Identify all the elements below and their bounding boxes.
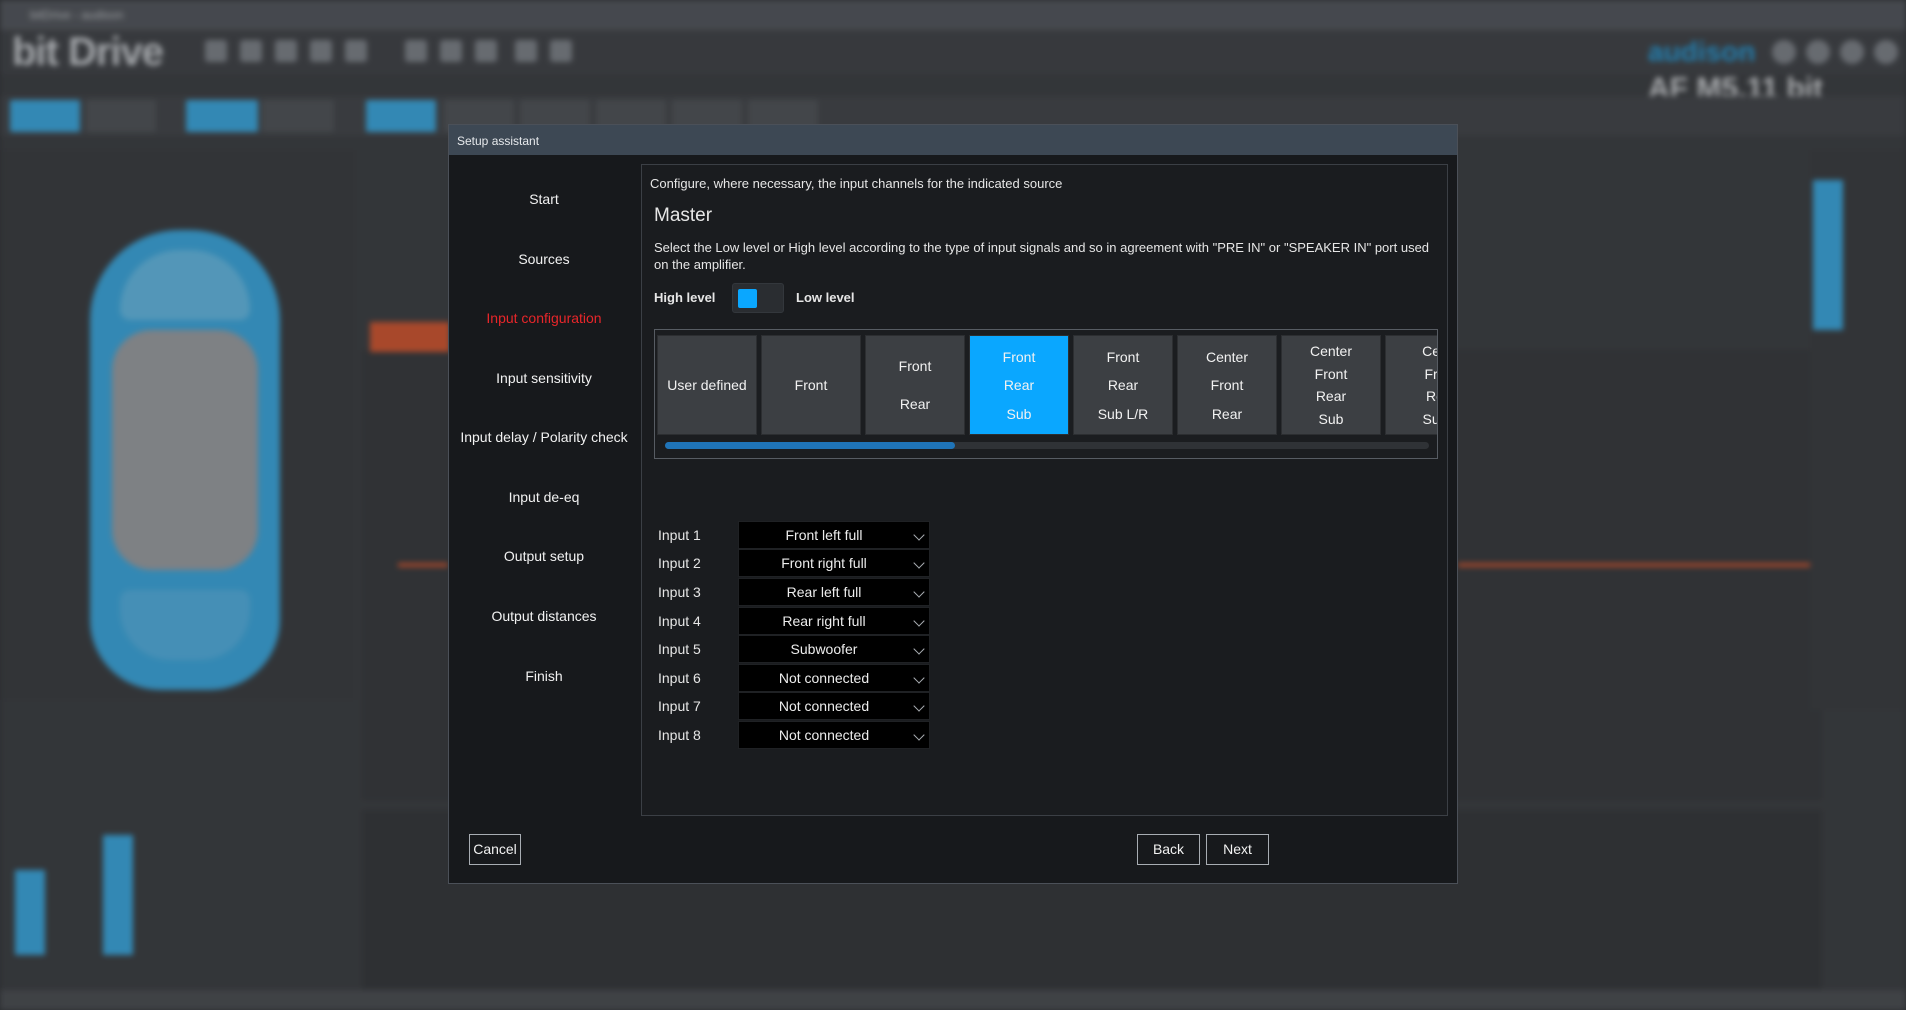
low-level-label: Low level	[796, 290, 855, 305]
preset-line: User defined	[667, 377, 747, 393]
dialog-title: Setup assistant	[449, 125, 1457, 155]
setup-assistant-dialog: Setup assistant Start Sources Input conf…	[448, 124, 1458, 884]
dropdown-value: Not connected	[778, 670, 870, 686]
preset-line: Sub	[1006, 405, 1032, 422]
preset-line: Front	[794, 377, 828, 393]
input-label: Input 7	[658, 698, 701, 714]
channel-preset-carousel: User defined Front Front Rear Front Rear Sub Fr…	[654, 329, 1438, 459]
next-button[interactable]: Next	[1206, 834, 1269, 865]
preset-tile[interactable]: Center Front Rear	[1177, 335, 1277, 435]
preset-line: Rear	[1211, 405, 1243, 422]
step-finish[interactable]: Finish	[449, 668, 639, 684]
dropdown-value: Not connected	[778, 698, 870, 714]
dropdown-value: Subwoofer	[790, 641, 858, 657]
preset-line: Sub	[1318, 411, 1344, 428]
preset-line: Front	[1314, 365, 1348, 382]
preset-tile[interactable]: Front Rear Sub	[969, 335, 1069, 435]
preset-line: Sub L/R	[1097, 405, 1149, 422]
chevron-down-icon	[913, 643, 925, 655]
preset-line: Center	[1309, 342, 1353, 359]
preset-line: Rear	[1107, 377, 1139, 393]
preset-line: Sub	[1422, 411, 1437, 428]
level-toggle-switch[interactable]	[732, 283, 784, 313]
input-label: Input 1	[658, 527, 701, 543]
back-button[interactable]: Back	[1137, 834, 1200, 865]
preset-tile[interactable]: Front Rear Sub L/R	[1073, 335, 1173, 435]
high-level-label: High level	[654, 290, 716, 305]
preset-tile[interactable]: Cen Fro Re Sub	[1385, 335, 1438, 435]
step-output-distances[interactable]: Output distances	[449, 608, 639, 624]
preset-tile[interactable]: Front Rear	[865, 335, 965, 435]
chevron-down-icon	[913, 529, 925, 541]
preset-line: Re	[1426, 388, 1437, 405]
step-output-setup[interactable]: Output setup	[449, 548, 639, 564]
preset-horizontal-scrollbar[interactable]	[665, 442, 1429, 449]
input-assignment-dropdown[interactable]: Rear right full	[738, 607, 930, 635]
input-label: Input 4	[658, 613, 701, 629]
preset-strip: User defined Front Front Rear Front Rear Sub Fr…	[657, 335, 1438, 435]
dropdown-value: Front right full	[781, 555, 867, 571]
chevron-down-icon	[913, 700, 925, 712]
preset-line: Cen	[1422, 342, 1437, 359]
chevron-down-icon	[913, 586, 925, 598]
scrollbar-thumb[interactable]	[665, 442, 955, 449]
intro-text: Configure, where necessary, the input ch…	[650, 176, 1063, 191]
preset-tile[interactable]: Center Front Rear Sub	[1281, 335, 1381, 435]
step-sources[interactable]: Sources	[449, 251, 639, 267]
step-content-panel: Configure, where necessary, the input ch…	[641, 164, 1448, 816]
source-title: Master	[654, 205, 713, 226]
input-label: Input 5	[658, 641, 701, 657]
preset-tile[interactable]: Front	[761, 335, 861, 435]
preset-line: Front	[1106, 348, 1140, 365]
cancel-button[interactable]: Cancel	[469, 834, 521, 865]
input-assignment-dropdown[interactable]: Not connected	[738, 721, 930, 749]
dropdown-value: Not connected	[778, 727, 870, 743]
input-label: Input 2	[658, 555, 701, 571]
step-start[interactable]: Start	[449, 191, 639, 207]
preset-line: Front	[1210, 377, 1244, 393]
input-label: Input 8	[658, 727, 701, 743]
dropdown-value: Front left full	[785, 527, 863, 543]
chevron-down-icon	[913, 672, 925, 684]
input-assignment-dropdown[interactable]: Rear left full	[738, 578, 930, 606]
preset-line: Rear	[1315, 388, 1347, 405]
preset-line: Rear	[1003, 377, 1035, 393]
chevron-down-icon	[913, 557, 925, 569]
input-assignment-dropdown[interactable]: Not connected	[738, 664, 930, 692]
input-assignment-dropdown[interactable]: Subwoofer	[738, 635, 930, 663]
step-input-de-eq[interactable]: Input de-eq	[449, 489, 639, 505]
preset-line: Rear	[899, 396, 931, 412]
wizard-steps: Start Sources Input configuration Input …	[449, 155, 639, 815]
input-assignment-dropdown[interactable]: Front left full	[738, 521, 930, 549]
step-input-delay-polarity[interactable]: Input delay / Polarity check	[449, 429, 639, 445]
step-input-sensitivity[interactable]: Input sensitivity	[449, 370, 639, 386]
preset-line: Center	[1205, 348, 1249, 365]
preset-line: Front	[1002, 348, 1036, 365]
preset-line: Fro	[1424, 365, 1438, 382]
chevron-down-icon	[913, 615, 925, 627]
input-label: Input 3	[658, 584, 701, 600]
input-label: Input 6	[658, 670, 701, 686]
preset-line: Front	[898, 358, 932, 374]
chevron-down-icon	[913, 729, 925, 741]
input-assignment-dropdown[interactable]: Front right full	[738, 549, 930, 577]
input-assignment-dropdown[interactable]: Not connected	[738, 692, 930, 720]
dropdown-value: Rear left full	[786, 584, 862, 600]
step-input-configuration[interactable]: Input configuration	[449, 310, 639, 326]
dropdown-value: Rear right full	[782, 613, 866, 629]
level-description: Select the Low level or High level accor…	[654, 240, 1430, 272]
toggle-knob	[738, 289, 757, 308]
preset-tile[interactable]: User defined	[657, 335, 757, 435]
